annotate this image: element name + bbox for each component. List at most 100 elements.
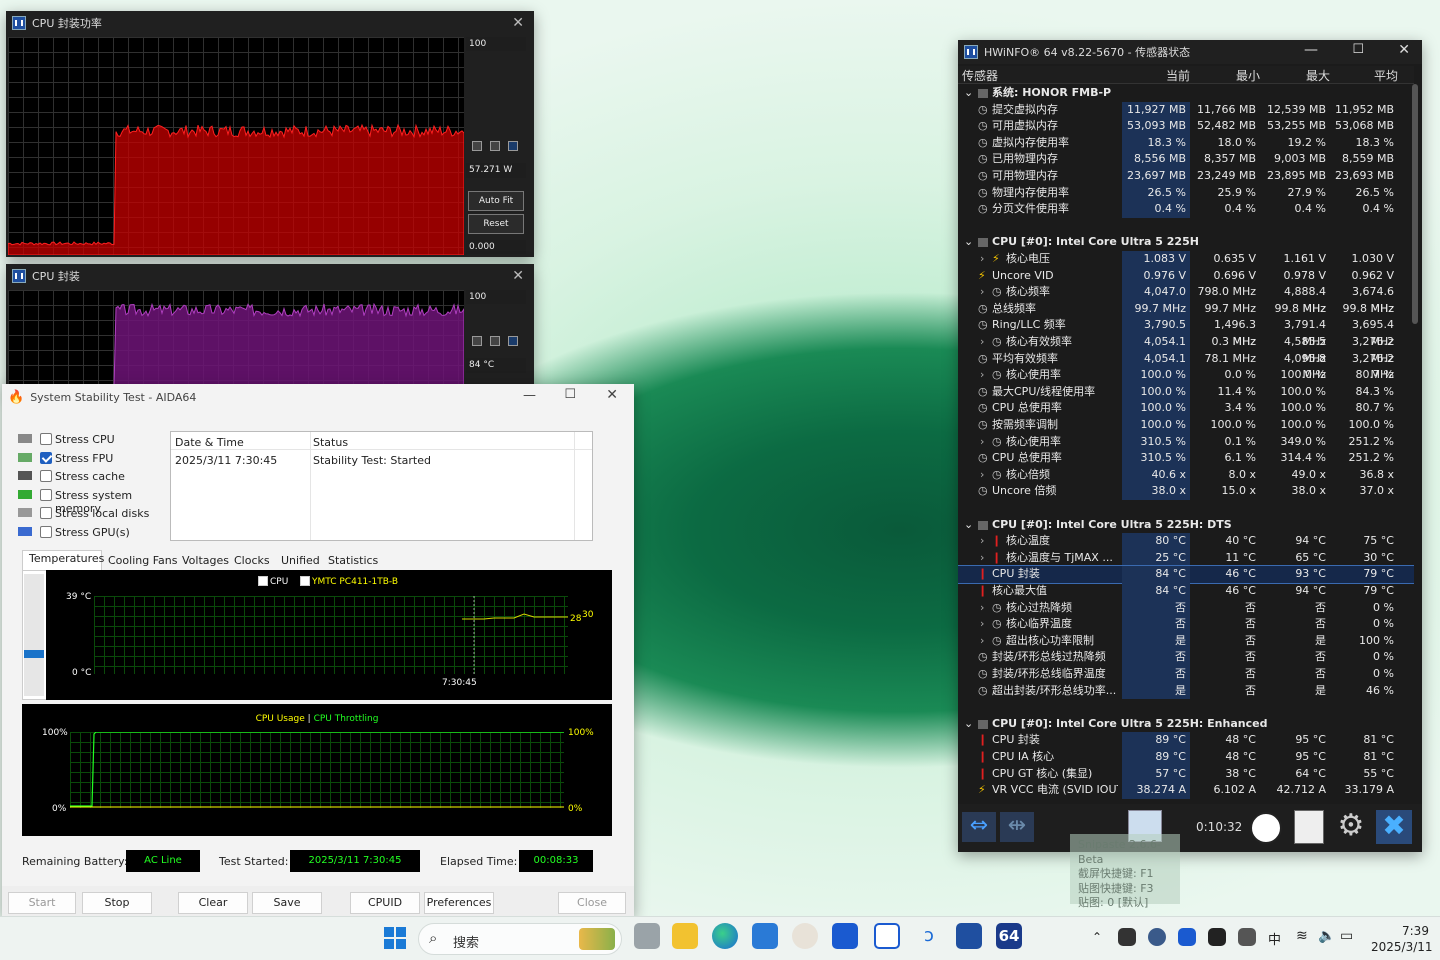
sensor-row[interactable]: ◷ CPU 总使用率 100.0 % 3.4 % 100.0 % 80.7 % [958,400,1414,417]
sensor-row[interactable]: ›◷核心有效频率4,054.1 MHz0.3 MHz4,585.5 MHz3,2… [958,334,1414,365]
battery-icon[interactable]: ▭ [1340,928,1353,944]
chevron-down-icon[interactable]: ⌄ [964,517,973,534]
tab-label[interactable]: Temperatures [29,552,104,565]
maximize-icon[interactable]: ☐ [1352,42,1364,57]
hwinfo-taskbar-icon[interactable] [956,923,982,949]
task-view-icon[interactable] [634,923,660,949]
clock-date[interactable]: 2025/3/11 [1371,940,1433,954]
clear-button[interactable]: Clear [178,892,248,914]
tray-app-icon[interactable] [1178,928,1196,946]
sensor-row[interactable]: › ◷ 核心临界温度 否 否 否 0 % [958,616,1414,633]
chevron-down-icon[interactable]: ⌄ [964,234,973,251]
option-checkbox[interactable] [490,141,500,151]
package-graph-titlebar[interactable]: CPU 封装 ✕ [6,264,534,288]
chevron-down-icon[interactable]: ⌄ [964,716,973,733]
sensor-row[interactable]: ◷ CPU 总使用率 310.5 % 6.1 % 314.4 % 251.2 % [958,450,1414,467]
sensor-row[interactable]: ❙ CPU 封装 84 °C 46 °C 93 °C 79 °C [958,565,1414,584]
stress-checkbox[interactable] [40,507,52,519]
tab-label[interactable]: Unified [281,554,320,567]
sensor-row[interactable]: ◷ 可用物理内存 23,697 MB 23,249 MB 23,895 MB 23,693… [958,168,1414,185]
sensor-row[interactable]: ❙ CPU GT 核心 (集显) 57 °C 38 °C 64 °C 55 °C [958,765,1414,783]
sensor-row[interactable]: ◷ 封装/环形总线过热降频 否 否 否 0 % [958,649,1414,666]
tab-label[interactable]: Cooling Fans [108,554,177,567]
volume-icon[interactable]: 🔈 [1318,928,1335,944]
sensor-row[interactable]: ◷ 已用物理内存 8,556 MB 8,357 MB 9,003 MB 8,559 MB [958,151,1414,168]
stress-option[interactable]: Stress local disks [16,505,176,521]
sensor-group[interactable]: ⌄ CPU [#0]: Intel Core Ultra 5 225H: DTS [958,517,1414,534]
sensor-row[interactable]: ◷ 分页文件使用率 0.4 % 0.4 % 0.4 % 0.4 % [958,201,1414,218]
option-checkbox[interactable] [508,336,518,346]
chevron-up-icon[interactable]: ⌃ [1092,930,1102,944]
sensor-row[interactable]: › ◷ 超出核心功率限制 是 否 是 100 % [958,632,1414,650]
tray-app-icon[interactable] [1208,928,1226,946]
option-checkbox[interactable] [508,141,518,151]
stop-button[interactable]: Stop [82,892,152,914]
sensor-row[interactable]: › ◷ 核心倍频 40.6 x 8.0 x 49.0 x 36.8 x [958,466,1414,484]
sensor-row[interactable]: ◷ 虚拟内存使用率 18.3 % 18.0 % 19.2 % 18.3 % [958,134,1414,152]
option-checkbox[interactable] [472,336,482,346]
sensor-row[interactable]: ◷ 总线频率 99.7 MHz 99.7 MHz 99.8 MHz 99.8 MHz [958,300,1414,318]
chevron-right-icon[interactable]: › [980,434,984,451]
sensor-row[interactable]: ◷ 按需频率调制 100.0 % 100.0 % 100.0 % 100.0 % [958,417,1414,434]
tab-label[interactable]: Statistics [328,554,378,567]
sensor-row[interactable]: ◷ Ring/LLC 频率 3,790.5 MHz 1,496.3 MHz 3,791.… [958,317,1414,348]
chevron-right-icon[interactable]: › [980,533,984,550]
save-button[interactable]: Save [252,892,322,914]
settings-gear-icon[interactable]: ⚙ [1334,810,1368,844]
chevron-right-icon[interactable]: › [980,600,984,617]
store-icon[interactable] [752,923,778,949]
power-graph-window[interactable]: CPU 封装功率 ✕ 100 57.271 W Auto Fit Reset 0… [6,11,534,257]
stress-checkbox[interactable] [40,451,52,464]
minimize-icon[interactable]: — [523,388,536,403]
stress-checkbox[interactable] [40,488,52,501]
stress-option[interactable]: Stress cache [16,468,176,484]
stress-checkbox[interactable] [40,525,52,538]
link-icon[interactable]: ↄ [916,923,942,949]
expand-arrows-icon[interactable]: ⇔ [962,812,996,842]
col-current[interactable]: 当前 [1122,67,1190,84]
auto-fit-button[interactable]: Auto Fit [468,191,524,211]
close-sensors-icon[interactable]: ✖ [1376,810,1412,844]
sensor-row[interactable]: ◷ 物理内存使用率 26.5 % 25.9 % 27.9 % 26.5 % [958,184,1414,202]
close-icon[interactable]: ✕ [1398,42,1410,58]
sensor-row[interactable]: ◷ 平均有效频率 4,054.1 MHz 78.1 MHz 4,095.8 MHz 3,2… [958,350,1414,381]
col-min[interactable]: 最小 [1192,67,1260,84]
disk-checkbox[interactable] [300,576,310,586]
chevron-right-icon[interactable]: › [980,467,984,484]
chevron-right-icon[interactable]: › [980,251,984,268]
file-explorer-icon[interactable] [672,923,698,949]
ime-indicator[interactable]: 中 [1268,929,1281,948]
aida64-stability-window[interactable]: 🔥 System Stability Test - AIDA64 — ☐ ✕ S… [2,384,634,916]
sensor-scrollbar[interactable] [24,574,44,696]
preferences-button[interactable]: Preferences [424,892,494,914]
sensor-row[interactable]: ◷ 超出封装/环形总线功率... 是 否 是 46 % [958,682,1414,700]
search-box[interactable]: ⌕ 搜索 [418,923,622,955]
clock-time[interactable]: 7:39 [1402,924,1429,938]
stress-option[interactable]: Stress system memory [16,487,176,515]
stress-checkbox[interactable] [40,470,52,482]
sensor-group[interactable]: ⌄ CPU [#0]: Intel Core Ultra 5 225H: Enha… [958,716,1414,733]
stress-checkbox[interactable] [40,433,52,445]
aida-titlebar[interactable]: 🔥 System Stability Test - AIDA64 — ☐ ✕ [2,384,634,410]
hwinfo-sensor-window[interactable]: HWiNFO® 64 v8.22-5670 - 传感器状态 — ☐ ✕ 传感器 … [958,40,1422,852]
col-sensor[interactable]: 传感器 [962,67,998,84]
stress-option[interactable]: Stress GPU(s) [16,524,176,540]
sensor-row[interactable]: › ❙ 核心温度与 TjMAX ... 25 °C 11 °C 65 °C 30 °C [958,549,1414,567]
edge-browser-icon[interactable] [712,923,738,949]
power-graph-titlebar[interactable]: CPU 封装功率 ✕ [6,11,534,35]
chevron-right-icon[interactable]: › [980,633,984,650]
scrollbar-thumb[interactable] [24,650,44,658]
stress-option[interactable]: Stress CPU [16,431,176,447]
reset-button[interactable]: Reset [468,214,524,234]
sensor-row[interactable]: ⚡ Uncore VID 0.976 V 0.696 V 0.978 V 0.962 V [958,267,1414,285]
tab-label[interactable]: Clocks [234,554,270,567]
sensor-row[interactable]: › ◷ 核心使用率 100.0 % 0.0 % 100.0 % 80.7 % [958,367,1414,384]
sensor-group[interactable]: ⌄ CPU [#0]: Intel Core Ultra 5 225H [958,234,1414,251]
option-checkbox[interactable] [490,336,500,346]
option-checkbox[interactable] [472,141,482,151]
sensor-row[interactable]: ⚡ VR VCC 电流 (SVID IOUT) 38.274 A 6.102 A 42.… [958,782,1414,799]
sensor-row[interactable]: ◷ 提交虚拟内存 11,927 MB 11,766 MB 12,539 MB 11,952… [958,101,1414,119]
collapse-arrows-icon[interactable]: ⇹ [1000,812,1034,842]
tray-app-icon[interactable] [1238,928,1256,946]
sensor-row[interactable]: ◷ 最大CPU/线程使用率 100.0 % 11.4 % 100.0 % 84.3 % [958,383,1414,401]
